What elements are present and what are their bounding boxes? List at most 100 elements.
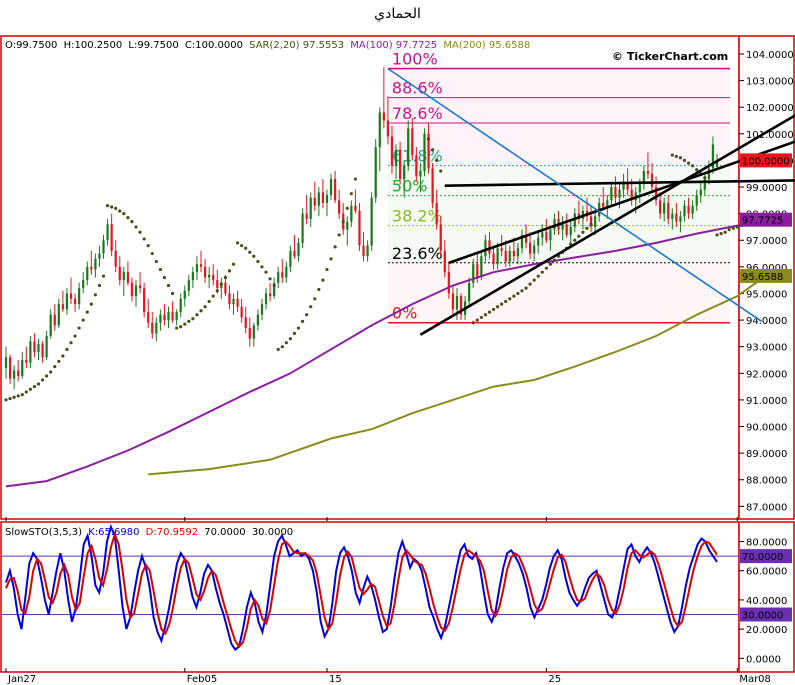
candle-body xyxy=(208,274,211,278)
candle-body xyxy=(679,216,682,222)
candle-body xyxy=(126,272,129,283)
sar-dot xyxy=(471,321,475,325)
candle-body xyxy=(533,245,536,254)
stoch-level-label: 30.0000 xyxy=(742,611,783,622)
candle-body xyxy=(268,293,272,297)
sar-dot xyxy=(548,262,553,266)
candle-body xyxy=(431,168,434,203)
candle-body xyxy=(675,213,678,222)
candle-body xyxy=(492,253,495,265)
price-tick-label: 99.0000 xyxy=(746,183,787,194)
sar-dot xyxy=(8,396,12,401)
price-tick-label: 97.0000 xyxy=(746,236,787,247)
candle-body xyxy=(403,165,406,180)
candle-body xyxy=(338,200,341,214)
candle-body xyxy=(594,216,597,227)
candle-body xyxy=(398,149,402,180)
sar-dot xyxy=(16,394,20,398)
candle-body xyxy=(350,205,353,222)
candle-body xyxy=(33,341,36,353)
sar-dot xyxy=(187,319,191,324)
sar-dot xyxy=(439,169,443,173)
candle-body xyxy=(496,248,499,265)
candle-body xyxy=(610,187,613,201)
sar-dot xyxy=(674,154,678,159)
fib-level-label: 23.6% xyxy=(392,244,443,263)
sar-dot xyxy=(581,230,585,234)
sar-dot xyxy=(101,274,106,278)
candle-body xyxy=(317,192,320,206)
candle-body xyxy=(504,250,507,262)
candle-body xyxy=(212,274,215,281)
fib-level-label: 78.6% xyxy=(392,104,443,123)
candle-body xyxy=(484,240,487,257)
candle-body xyxy=(138,285,142,289)
price-tick-label: 104.0000 xyxy=(746,50,794,61)
candle-body xyxy=(390,136,394,166)
candle-body xyxy=(147,312,150,323)
candle-body xyxy=(329,179,333,196)
time-tick-label: 25 xyxy=(548,674,561,685)
sar-dot xyxy=(585,226,589,230)
candle-body xyxy=(289,250,292,267)
sar-dot xyxy=(715,233,719,237)
stoch-d-readout: D:70.9592 xyxy=(146,527,198,538)
sar-dot xyxy=(154,259,158,264)
candle-body xyxy=(671,213,674,219)
ohlc-readout: O:99.7500 H:100.2500 L:99.7500 C:100.000… xyxy=(5,40,530,51)
candle-body xyxy=(130,282,134,297)
sar-dot xyxy=(89,302,93,306)
candle-body xyxy=(248,328,251,339)
sar-dot xyxy=(325,267,329,272)
sar-dot xyxy=(431,148,435,152)
candle-body xyxy=(82,280,85,289)
sar-dot xyxy=(53,365,57,369)
candle-body xyxy=(707,168,710,180)
candle-body xyxy=(256,314,260,326)
candle-body xyxy=(695,195,698,206)
sar-dot xyxy=(479,315,483,320)
candle-body xyxy=(37,344,40,353)
candle-body xyxy=(244,317,247,329)
candle-body xyxy=(321,192,325,203)
sar-dot xyxy=(317,287,321,292)
candle-body xyxy=(516,248,520,257)
sar-dot xyxy=(536,274,540,278)
sar-dot xyxy=(691,164,695,168)
candle-body xyxy=(171,312,174,321)
sar-dot xyxy=(40,378,45,382)
candle-body xyxy=(203,266,207,278)
sar-dot xyxy=(12,395,16,399)
candle-body xyxy=(53,314,56,326)
candle-body xyxy=(545,232,548,241)
candle-body xyxy=(191,272,195,281)
sar-dot xyxy=(337,233,341,237)
sar-dot xyxy=(577,234,581,238)
candle-body xyxy=(86,266,89,281)
candle-body xyxy=(354,205,357,211)
sar-dot xyxy=(110,205,114,209)
candle-body xyxy=(565,224,568,235)
sar-dot xyxy=(219,282,223,286)
candle-body xyxy=(98,253,101,259)
candle-body xyxy=(163,314,166,321)
candle-body xyxy=(57,304,60,326)
sar-dot xyxy=(183,322,187,326)
candle-body xyxy=(8,357,12,379)
candle-body xyxy=(411,128,414,156)
sar-dot xyxy=(81,318,85,322)
sar-dot xyxy=(695,168,699,172)
candle-body xyxy=(252,325,255,339)
candle-body xyxy=(618,189,621,198)
candle-body xyxy=(394,149,398,166)
sar-dot xyxy=(512,294,516,298)
sar-dot xyxy=(231,262,236,266)
sar-dot xyxy=(179,325,183,329)
candle-body xyxy=(122,272,125,281)
sar-dot xyxy=(57,359,61,363)
candle-body xyxy=(183,290,186,299)
candle-body xyxy=(423,133,426,172)
candle-body xyxy=(687,205,690,214)
price-tick-label: 103.0000 xyxy=(746,77,794,88)
sar-dot xyxy=(252,254,256,258)
